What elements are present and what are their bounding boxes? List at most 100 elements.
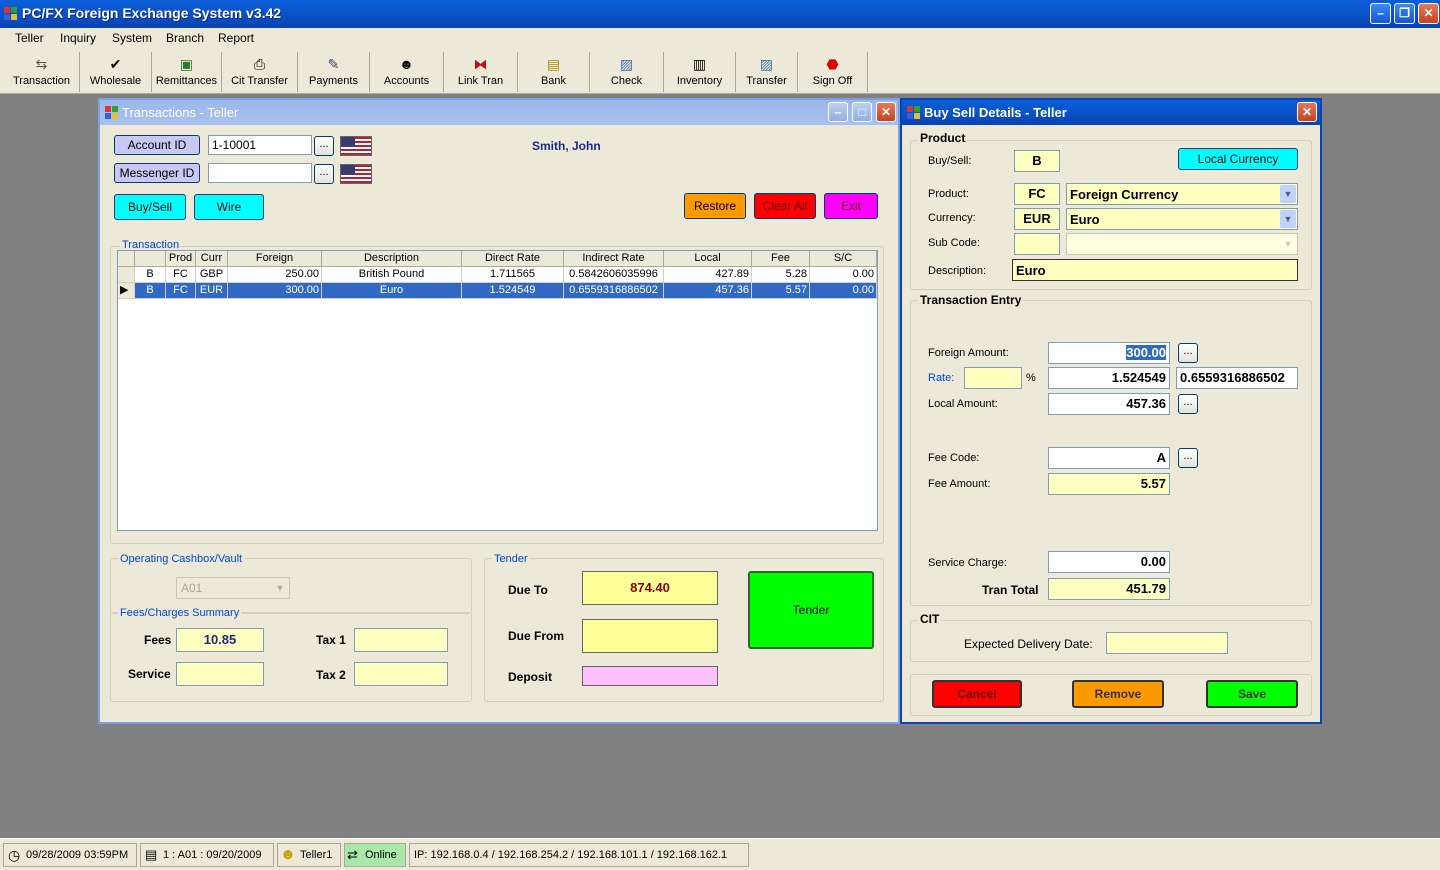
cell-direct-rate: 1.524549 bbox=[462, 283, 564, 299]
cashbox-group-label: Operating Cashbox/Vault bbox=[118, 553, 245, 565]
restore-icon[interactable]: ❐ bbox=[1394, 3, 1415, 24]
toolbar-check-button[interactable]: ▨ Check bbox=[590, 52, 664, 92]
grid-header-foreign[interactable]: Foreign bbox=[228, 251, 322, 267]
menu-branch[interactable]: Branch bbox=[166, 31, 204, 45]
menu-report[interactable]: Report bbox=[218, 31, 254, 45]
messenger-lookup-button[interactable]: ... bbox=[314, 164, 334, 184]
tender-button[interactable]: Tender bbox=[748, 571, 874, 649]
rate-percent-field[interactable] bbox=[964, 367, 1022, 389]
toolbar-cit-transfer-button[interactable]: ⎙ Cit Transfer bbox=[222, 52, 298, 92]
local-currency-button[interactable]: Local Currency bbox=[1178, 148, 1298, 170]
rate-input[interactable]: 1.524549 bbox=[1048, 367, 1170, 389]
description-field[interactable]: Euro bbox=[1012, 259, 1298, 281]
transactions-window-title: Transactions - Teller bbox=[122, 105, 239, 120]
exit-button[interactable]: Exit bbox=[824, 193, 878, 219]
toolbar-link-tran-button[interactable]: ⧓ Link Tran bbox=[444, 52, 518, 92]
restore-button[interactable]: Restore bbox=[684, 193, 746, 219]
close-icon[interactable]: ✕ bbox=[876, 102, 896, 122]
grid-header-sc[interactable]: S/C bbox=[810, 251, 877, 267]
wire-button[interactable]: Wire bbox=[194, 194, 264, 220]
toolbar-transaction-button[interactable]: ⇆ Transaction bbox=[4, 52, 80, 92]
local-amount-label: Local Amount: bbox=[928, 398, 998, 410]
grid-header-direct-rate[interactable]: Direct Rate bbox=[462, 251, 564, 267]
cell-bs: B bbox=[135, 267, 166, 283]
toolbar-transfer-button[interactable]: ▨ Transfer bbox=[736, 52, 798, 92]
grid-header-prod[interactable]: Prod bbox=[166, 251, 196, 267]
person-icon: ☻ bbox=[399, 56, 414, 72]
due-to-field: 874.40 bbox=[582, 571, 718, 605]
cit-group-label: CIT bbox=[918, 612, 942, 626]
cell-prod: FC bbox=[166, 283, 196, 299]
service-charge-input[interactable]: 0.00 bbox=[1048, 551, 1170, 573]
cell-local: 427.89 bbox=[664, 267, 752, 283]
chevron-down-icon[interactable]: ▼ bbox=[1280, 210, 1296, 228]
fee-code-input[interactable]: A bbox=[1048, 447, 1170, 469]
menu-system[interactable]: System bbox=[112, 31, 152, 45]
remove-button[interactable]: Remove bbox=[1072, 680, 1164, 708]
chevron-down-icon: ▼ bbox=[275, 583, 285, 593]
grid-header-description[interactable]: Description bbox=[322, 251, 462, 267]
local-amount-input[interactable]: 457.36 bbox=[1048, 393, 1170, 415]
bank-icon: ▤ bbox=[546, 56, 561, 72]
status-bar: ◷ 09/28/2009 03:59PM ▤ 1 : A01 : 09/20/2… bbox=[0, 838, 1440, 870]
remittances-icon: ▣ bbox=[179, 56, 194, 72]
product-select[interactable]: Foreign Currency bbox=[1066, 183, 1298, 205]
us-flag-icon bbox=[340, 164, 372, 184]
menu-inquiry[interactable]: Inquiry bbox=[60, 31, 96, 45]
local-amount-lookup-button[interactable]: ... bbox=[1178, 394, 1198, 414]
due-to-label: Due To bbox=[508, 583, 548, 597]
close-icon[interactable]: ✕ bbox=[1418, 3, 1439, 24]
rate-percent-sign: % bbox=[1026, 372, 1036, 384]
cell-description: Euro bbox=[322, 283, 462, 299]
toolbar-remittances-button[interactable]: ▣ Remittances bbox=[152, 52, 222, 92]
account-lookup-button[interactable]: ... bbox=[314, 136, 334, 156]
grid-header-fee[interactable]: Fee bbox=[752, 251, 810, 267]
status-online-text: Online bbox=[365, 849, 397, 861]
buysell-window-title: Buy Sell Details - Teller bbox=[924, 105, 1067, 120]
chevron-down-icon[interactable]: ▼ bbox=[1280, 185, 1296, 203]
toolbar-payments-button[interactable]: ✎ Payments bbox=[298, 52, 370, 92]
save-button[interactable]: Save bbox=[1206, 680, 1298, 708]
cashbox-group bbox=[110, 558, 472, 614]
messenger-id-button[interactable]: Messenger ID bbox=[114, 163, 200, 183]
grid-header-local[interactable]: Local bbox=[664, 251, 752, 267]
fees-field: 10.85 bbox=[176, 628, 264, 652]
product-code-field[interactable]: FC bbox=[1014, 183, 1060, 205]
rate-label[interactable]: Rate: bbox=[928, 372, 954, 384]
fee-amount-field: 5.57 bbox=[1048, 473, 1170, 495]
cell-curr: GBP bbox=[196, 267, 228, 283]
maximize-icon[interactable]: □ bbox=[852, 102, 872, 122]
grid-header-curr[interactable]: Curr bbox=[196, 251, 228, 267]
indirect-rate-input[interactable]: 0.6559316886502 bbox=[1176, 367, 1298, 389]
minimize-icon[interactable]: – bbox=[1370, 3, 1391, 24]
subcode-field[interactable] bbox=[1014, 233, 1060, 255]
currency-code-field[interactable]: EUR bbox=[1014, 208, 1060, 230]
toolbar-accounts-button[interactable]: ☻ Accounts bbox=[370, 52, 444, 92]
toolbar-sign-off-button[interactable]: ⬣ Sign Off bbox=[798, 52, 868, 92]
currency-select[interactable]: Euro bbox=[1066, 208, 1298, 230]
menu-teller[interactable]: Teller bbox=[15, 31, 44, 45]
status-session-text: 1 : A01 : 09/20/2009 bbox=[163, 849, 262, 861]
app-title: PC/FX Foreign Exchange System v3.42 bbox=[22, 5, 282, 21]
close-icon[interactable]: ✕ bbox=[1297, 102, 1317, 122]
minimize-icon[interactable]: – bbox=[828, 102, 848, 122]
cancel-button[interactable]: Cancel bbox=[932, 680, 1022, 708]
foreign-amount-lookup-button[interactable]: ... bbox=[1178, 343, 1198, 363]
clear-all-button[interactable]: Clear All bbox=[754, 193, 816, 219]
subcode-select[interactable] bbox=[1066, 233, 1298, 255]
fee-code-lookup-button[interactable]: ... bbox=[1178, 448, 1198, 468]
toolbar-inventory-button[interactable]: ▥ Inventory bbox=[664, 52, 736, 92]
table-row[interactable]: ▶ B FC EUR 300.00 Euro 1.524549 0.655931… bbox=[118, 283, 877, 299]
toolbar-wholesale-button[interactable]: ✔ Wholesale bbox=[80, 52, 152, 92]
buy-sell-button[interactable]: Buy/Sell bbox=[114, 194, 186, 220]
expected-delivery-field[interactable] bbox=[1106, 632, 1228, 654]
table-row[interactable]: B FC GBP 250.00 British Pound 1.711565 0… bbox=[118, 267, 877, 283]
toolbar-bank-button[interactable]: ▤ Bank bbox=[518, 52, 590, 92]
account-id-input[interactable]: 1-10001 bbox=[208, 135, 312, 155]
messenger-id-input[interactable] bbox=[208, 163, 312, 183]
grid-header-indirect-rate[interactable]: Indirect Rate bbox=[564, 251, 664, 267]
cell-sc: 0.00 bbox=[810, 267, 877, 283]
buysell-field[interactable]: B bbox=[1014, 150, 1060, 172]
foreign-amount-input[interactable]: 300.00 bbox=[1048, 342, 1170, 364]
account-id-button[interactable]: Account ID bbox=[114, 135, 200, 155]
